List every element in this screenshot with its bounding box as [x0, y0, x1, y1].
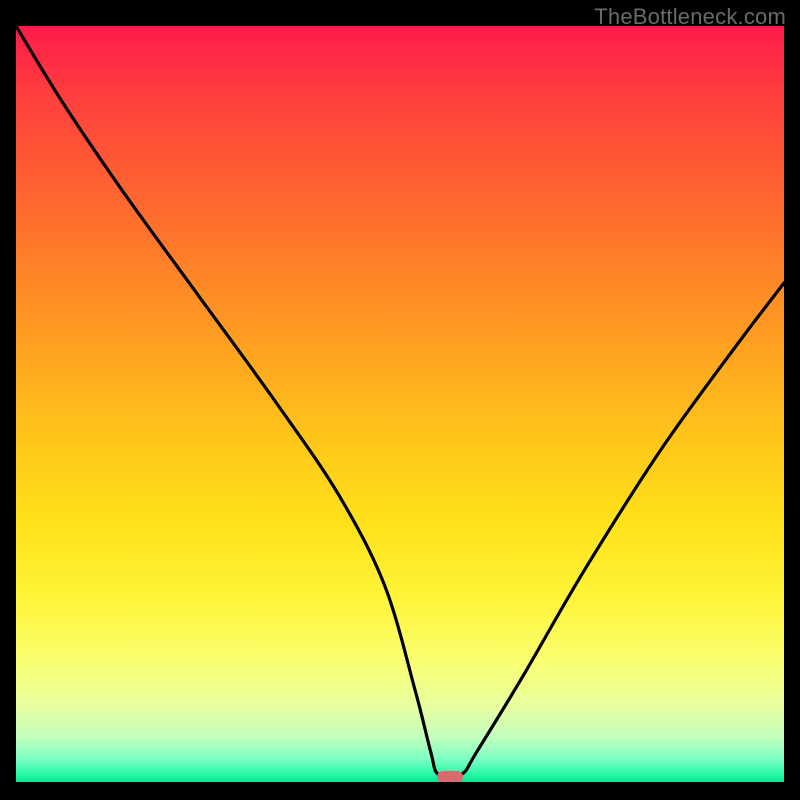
bottleneck-curve — [16, 26, 784, 782]
chart-frame: TheBottleneck.com — [0, 0, 800, 800]
optimal-point-marker — [437, 771, 463, 782]
watermark-text: TheBottleneck.com — [594, 4, 786, 30]
plot-area — [16, 26, 784, 782]
